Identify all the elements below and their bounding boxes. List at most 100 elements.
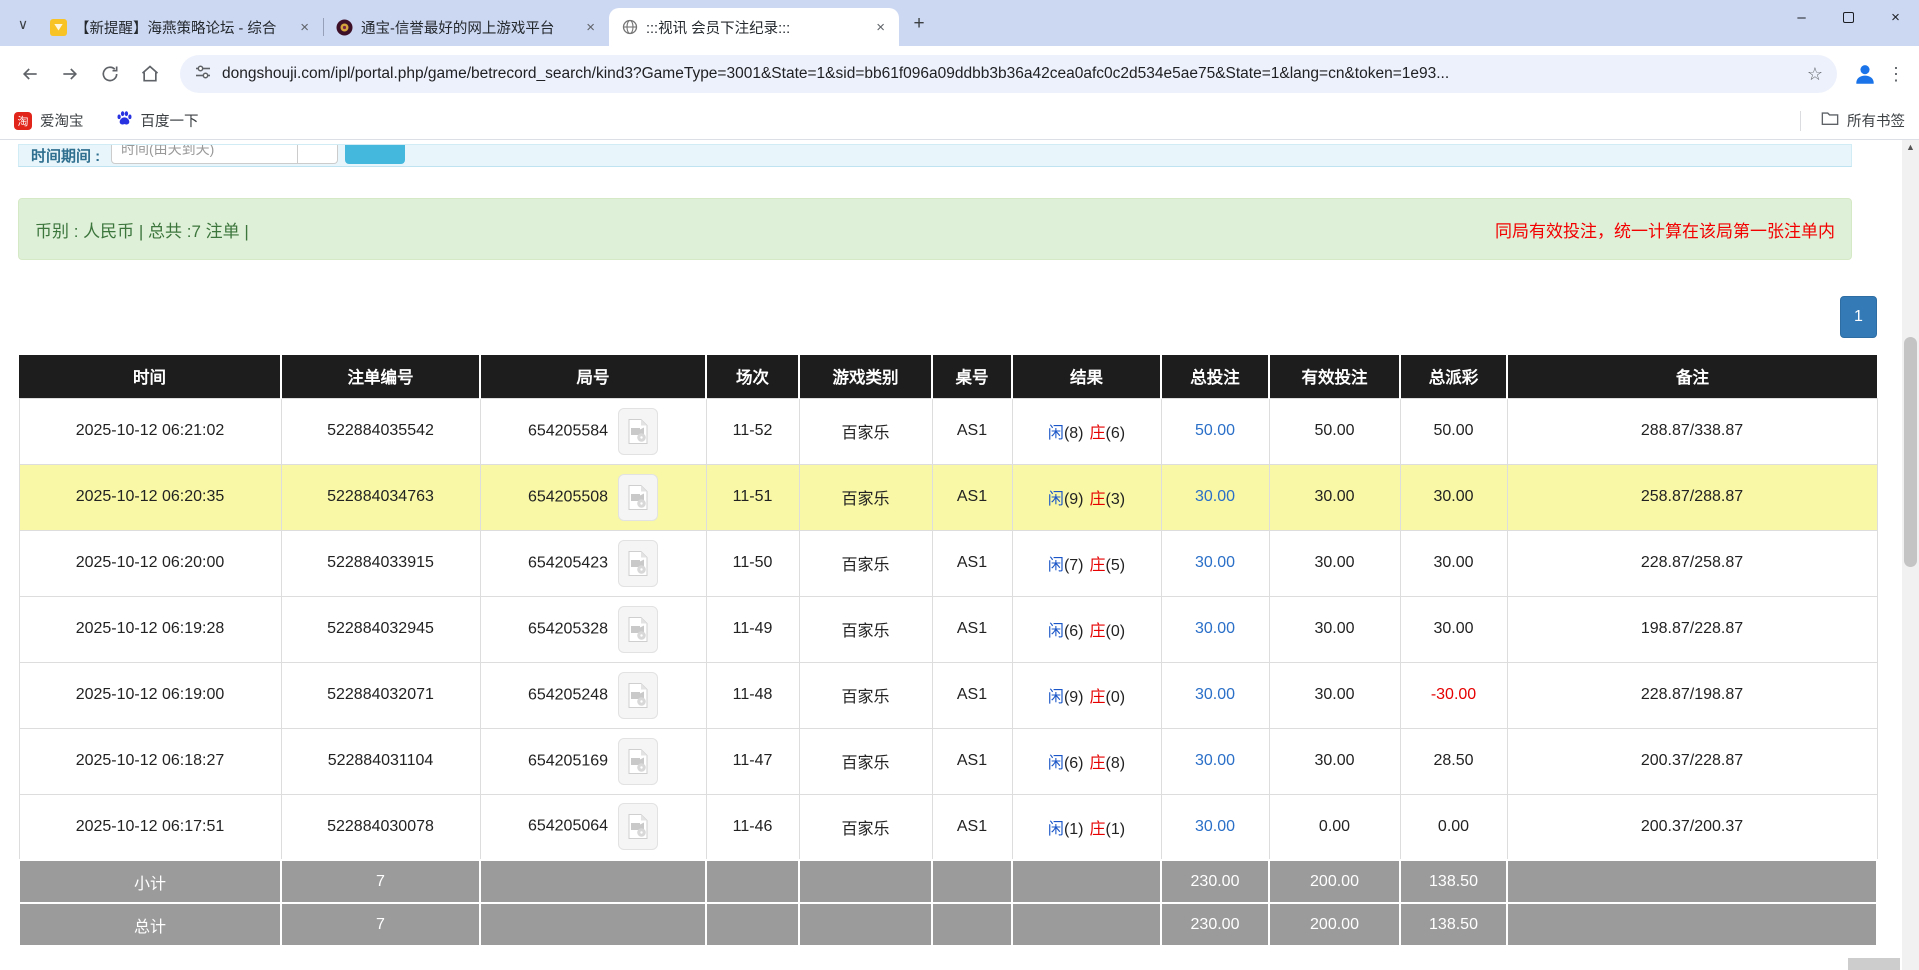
back-button[interactable] bbox=[10, 54, 50, 94]
cell-result: 闲(9)庄(0) bbox=[1012, 662, 1161, 728]
tab-title: 通宝-信誉最好的网上游戏平台 bbox=[361, 17, 576, 38]
site-settings-icon[interactable] bbox=[194, 63, 212, 86]
total-count: 7 bbox=[281, 903, 480, 946]
close-window-button[interactable]: × bbox=[1872, 0, 1919, 34]
tab-forum[interactable]: 【新提醒】海燕策略论坛 - 综合 × bbox=[38, 8, 323, 46]
header-table-no: 桌号 bbox=[932, 355, 1012, 398]
url-bar[interactable]: dongshouji.com/ipl/portal.php/game/betre… bbox=[222, 65, 1797, 83]
table-row: 2025-10-12 06:19:00 522884032071 6542052… bbox=[19, 662, 1877, 728]
maximize-button[interactable] bbox=[1825, 0, 1872, 34]
tab-title: 【新提醒】海燕策略论坛 - 综合 bbox=[75, 17, 290, 38]
subtotal-total-bet: 230.00 bbox=[1161, 860, 1269, 903]
video-replay-icon[interactable] bbox=[618, 606, 658, 653]
subtotal-payout: 138.50 bbox=[1400, 860, 1507, 903]
subtotal-valid-bet: 200.00 bbox=[1269, 860, 1400, 903]
cell-bet-id: 522884031104 bbox=[281, 728, 480, 794]
cell-valid-bet: 0.00 bbox=[1269, 794, 1400, 860]
vertical-scrollbar[interactable]: ▲ bbox=[1902, 140, 1919, 970]
all-bookmarks-button[interactable]: 所有书签 bbox=[1800, 110, 1905, 131]
tab-close-icon[interactable]: × bbox=[298, 19, 311, 36]
cell-time: 2025-10-12 06:21:02 bbox=[19, 398, 281, 464]
filter-search-button[interactable] bbox=[345, 144, 405, 164]
header-note: 备注 bbox=[1507, 355, 1877, 398]
bookmark-star-icon[interactable]: ☆ bbox=[1807, 64, 1823, 85]
video-replay-icon[interactable] bbox=[618, 408, 658, 455]
scrollbar-thumb[interactable] bbox=[1904, 337, 1917, 567]
banker-result: 庄 bbox=[1090, 557, 1106, 574]
cell-table-no: AS1 bbox=[932, 794, 1012, 860]
warning-text: 同局有效投注，统一计算在该局第一张注单内 bbox=[1495, 217, 1835, 242]
calendar-addon-button[interactable] bbox=[298, 144, 338, 164]
banker-result: 庄 bbox=[1090, 755, 1106, 772]
cell-game-type: 百家乐 bbox=[799, 728, 932, 794]
cell-time: 2025-10-12 06:18:27 bbox=[19, 728, 281, 794]
tab-tongbao[interactable]: 通宝-信誉最好的网上游戏平台 × bbox=[324, 8, 609, 46]
new-tab-button[interactable]: + bbox=[905, 10, 933, 38]
header-time: 时间 bbox=[19, 355, 281, 398]
tab-close-icon[interactable]: × bbox=[874, 19, 887, 36]
cell-total-bet-link[interactable]: 50.00 bbox=[1161, 398, 1269, 464]
cell-game-type: 百家乐 bbox=[799, 596, 932, 662]
cell-result: 闲(7)庄(5) bbox=[1012, 530, 1161, 596]
round-number: 654205423 bbox=[528, 554, 608, 571]
scroll-up-arrow-icon[interactable]: ▲ bbox=[1902, 142, 1919, 152]
forum-favicon-icon bbox=[50, 19, 67, 36]
home-button[interactable] bbox=[130, 54, 170, 94]
cell-bet-id: 522884030078 bbox=[281, 794, 480, 860]
video-replay-icon[interactable] bbox=[618, 738, 658, 785]
total-row: 总计 7 230.00 200.00 138.50 bbox=[19, 903, 1877, 946]
window-controls: – × bbox=[1778, 0, 1919, 34]
tab-close-icon[interactable]: × bbox=[584, 19, 597, 36]
cell-game-type: 百家乐 bbox=[799, 662, 932, 728]
maximize-icon bbox=[1843, 12, 1854, 23]
cell-total-bet-link[interactable]: 30.00 bbox=[1161, 596, 1269, 662]
round-number: 654205064 bbox=[528, 818, 608, 835]
cell-table-no: AS1 bbox=[932, 728, 1012, 794]
minimize-button[interactable]: – bbox=[1778, 0, 1825, 34]
video-replay-icon[interactable] bbox=[618, 474, 658, 521]
banker-result: 庄 bbox=[1090, 491, 1106, 508]
player-score: (8) bbox=[1064, 425, 1084, 442]
profile-avatar[interactable] bbox=[1847, 56, 1883, 92]
subtotal-row: 小计 7 230.00 200.00 138.50 bbox=[19, 860, 1877, 903]
player-result: 闲 bbox=[1048, 491, 1064, 508]
player-score: (9) bbox=[1064, 689, 1084, 706]
cell-total-bet-link[interactable]: 30.00 bbox=[1161, 530, 1269, 596]
total-payout: 138.50 bbox=[1400, 903, 1507, 946]
bookmark-baidu[interactable]: 百度一下 bbox=[116, 110, 199, 131]
cell-total-bet-link[interactable]: 30.00 bbox=[1161, 662, 1269, 728]
video-replay-icon[interactable] bbox=[618, 803, 658, 850]
chevron-down-icon[interactable]: ∨ bbox=[8, 9, 38, 39]
header-game-type: 游戏类别 bbox=[799, 355, 932, 398]
video-replay-icon[interactable] bbox=[618, 540, 658, 587]
cell-bet-id: 522884034763 bbox=[281, 464, 480, 530]
cell-total-bet-link[interactable]: 30.00 bbox=[1161, 794, 1269, 860]
cell-session: 11-50 bbox=[706, 530, 799, 596]
bookmark-label: 百度一下 bbox=[141, 110, 199, 131]
cell-game-type: 百家乐 bbox=[799, 530, 932, 596]
menu-kebab-icon[interactable]: ⋮ bbox=[1883, 56, 1909, 92]
cell-total-bet-link[interactable]: 30.00 bbox=[1161, 464, 1269, 530]
cell-payout: 30.00 bbox=[1400, 530, 1507, 596]
bookmark-aitaobao[interactable]: 淘 爱淘宝 bbox=[14, 110, 84, 131]
video-replay-icon[interactable] bbox=[618, 672, 658, 719]
cell-note: 200.37/228.87 bbox=[1507, 728, 1877, 794]
cell-result: 闲(8)庄(6) bbox=[1012, 398, 1161, 464]
cell-session: 11-51 bbox=[706, 464, 799, 530]
reload-button[interactable] bbox=[90, 54, 130, 94]
cell-bet-id: 522884032945 bbox=[281, 596, 480, 662]
cell-session: 11-46 bbox=[706, 794, 799, 860]
cell-note: 200.37/200.37 bbox=[1507, 794, 1877, 860]
cell-valid-bet: 30.00 bbox=[1269, 728, 1400, 794]
cell-total-bet-link[interactable]: 30.00 bbox=[1161, 728, 1269, 794]
player-score: (1) bbox=[1064, 821, 1084, 838]
tab-bet-records-active[interactable]: :::视讯 会员下注纪录::: × bbox=[609, 8, 899, 46]
pagination-page-1[interactable]: 1 bbox=[1840, 296, 1877, 338]
bookmarks-bar: 淘 爱淘宝 百度一下 所有书签 bbox=[0, 102, 1919, 140]
cell-valid-bet: 30.00 bbox=[1269, 596, 1400, 662]
cell-result: 闲(9)庄(3) bbox=[1012, 464, 1161, 530]
cell-session: 11-49 bbox=[706, 596, 799, 662]
date-range-input[interactable]: 时间(由天到天) bbox=[111, 144, 298, 164]
forward-button[interactable] bbox=[50, 54, 90, 94]
horizontal-scrollbar-thumb[interactable] bbox=[1848, 958, 1900, 970]
